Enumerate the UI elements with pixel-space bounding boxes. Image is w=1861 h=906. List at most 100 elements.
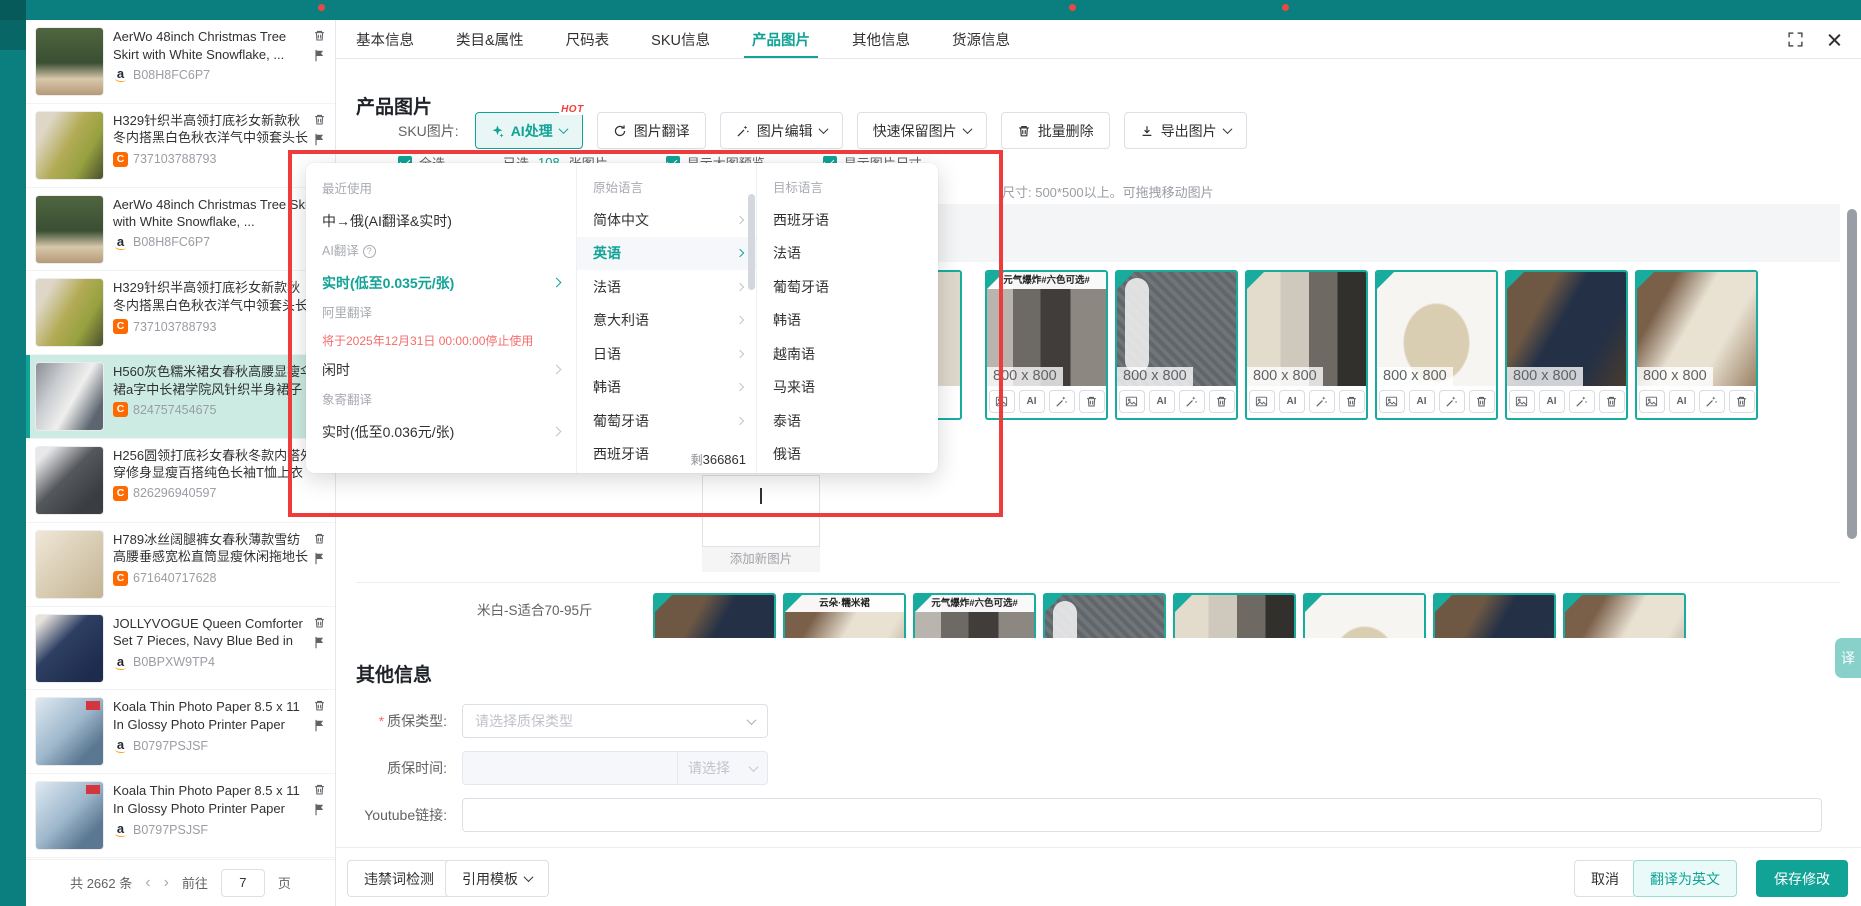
flag-product-icon[interactable] [313, 719, 326, 732]
image-card[interactable]: 800 x 800AI [1303, 593, 1426, 638]
delete-image-button[interactable] [1209, 390, 1235, 413]
image-card[interactable]: 800 x 800AI [1043, 593, 1166, 638]
image-card[interactable]: 800 x 800AI [1563, 593, 1686, 638]
tab-基本信息[interactable]: 基本信息 [356, 20, 414, 58]
use-template-button[interactable]: 引用模板 [445, 860, 549, 897]
tab-尺码表[interactable]: 尺码表 [566, 20, 610, 58]
ai-image-button[interactable]: AI [1279, 390, 1305, 413]
product-list-item[interactable]: H329针织半高领打底衫女新款秋冬内搭黑白色秋衣洋气中领套头长袖C7371037… [26, 104, 335, 188]
image-card[interactable]: 800 x 800AI [1245, 270, 1368, 420]
delete-image-button[interactable] [1469, 390, 1495, 413]
next-page-button[interactable]: › [164, 874, 169, 892]
recent-translate-item[interactable]: 中→俄(AI翻译&实时) [322, 205, 560, 236]
add-image-dropzone[interactable] [702, 475, 820, 547]
source-language-option[interactable]: 简体中文 [577, 203, 756, 237]
target-language-option[interactable]: 泰语 [757, 404, 938, 438]
delete-image-button[interactable] [1599, 390, 1625, 413]
source-language-option[interactable]: 葡萄牙语 [577, 404, 756, 438]
product-list-item[interactable]: AerWo 48inch Christmas Tree Skirt with W… [26, 188, 335, 272]
product-list-item[interactable]: H789冰丝阔腿裤女春秋薄款雪纺高腰垂感宽松直筒显瘦休闲拖地长裤C6716407… [26, 523, 335, 607]
image-card[interactable]: 元气爆炸#六色可选#800 x 800AI [985, 270, 1108, 420]
source-language-option[interactable]: 英语 [577, 237, 756, 271]
translate-fab[interactable]: 译 [1835, 638, 1861, 678]
image-card[interactable]: 800 x 800AI [653, 593, 776, 638]
target-language-option[interactable]: 马来语 [757, 371, 938, 405]
delete-product-icon[interactable] [313, 699, 326, 712]
warranty-time-input[interactable] [463, 752, 678, 784]
source-language-option[interactable]: 法语 [577, 270, 756, 304]
image-edit-button[interactable]: 图片编辑 [720, 112, 843, 149]
replace-image-button[interactable] [1509, 390, 1535, 413]
target-language-option[interactable]: 韩语 [757, 304, 938, 338]
warranty-time-unit-select[interactable]: 请选择 [678, 752, 767, 784]
edit-image-button[interactable] [1569, 390, 1595, 413]
target-language-option[interactable]: 西班牙语 [757, 203, 938, 237]
product-list-item[interactable]: Koala Thin Photo Paper 8.5 x 11 In Gloss… [26, 690, 335, 774]
edit-image-button[interactable] [1179, 390, 1205, 413]
ali-idle-item[interactable]: 闲时 [322, 354, 560, 385]
product-list-item[interactable]: H560灰色糯米裙女春秋高腰显瘦伞裙a字中长裙学院风针织半身裙子C8247574… [26, 355, 335, 439]
image-card[interactable]: 800 x 800AI [1433, 593, 1556, 638]
ai-image-button[interactable]: AI [1149, 390, 1175, 413]
replace-image-button[interactable] [1249, 390, 1275, 413]
translate-to-english-button[interactable]: 翻译为英文 [1633, 860, 1737, 897]
quick-keep-images-button[interactable]: 快速保留图片 [857, 112, 987, 149]
close-icon[interactable] [1826, 31, 1843, 48]
modal-scrollbar[interactable] [1847, 209, 1857, 539]
image-card[interactable]: 800 x 800AI [1173, 593, 1296, 638]
product-list-item[interactable]: Koala Thin Photo Paper 8.5 x 11 In Gloss… [26, 774, 335, 858]
replace-image-button[interactable] [1639, 390, 1665, 413]
ai-realtime-item[interactable]: 实时(低至0.035元/张) [322, 267, 560, 298]
save-changes-button[interactable]: 保存修改 [1756, 860, 1848, 897]
edit-image-button[interactable] [1049, 390, 1075, 413]
export-images-button[interactable]: 导出图片 [1124, 112, 1247, 149]
product-list-item[interactable]: H256圆领打底衫女春秋冬款内搭外穿修身显瘦百搭纯色长袖T恤上衣C8262969… [26, 439, 335, 523]
delete-image-button[interactable] [1339, 390, 1365, 413]
flag-product-icon[interactable] [313, 49, 326, 62]
product-list-item[interactable]: JOLLYVOGUE Queen Comforter Set 7 Pieces,… [26, 607, 335, 691]
target-language-option[interactable]: 葡萄牙语 [757, 270, 938, 304]
image-card[interactable]: 元气爆炸#六色可选#800 x 800AI [913, 593, 1036, 638]
warranty-type-select[interactable]: 请选择质保类型 [462, 704, 768, 738]
page-number-input[interactable] [221, 869, 265, 897]
ai-image-button[interactable]: AI [1019, 390, 1045, 413]
image-card[interactable]: 800 x 800AI [1375, 270, 1498, 420]
delete-product-icon[interactable] [313, 29, 326, 42]
image-translate-button[interactable]: 图片翻译 [597, 112, 706, 149]
target-language-option[interactable]: 法语 [757, 237, 938, 271]
dropdown-scrollbar[interactable] [748, 194, 755, 290]
product-list-item[interactable]: H329针织半高领打底衫女新款秋冬内搭黑白色秋衣洋气中领套头长袖C7371037… [26, 271, 335, 355]
ai-image-button[interactable]: AI [1409, 390, 1435, 413]
image-card[interactable]: 800 x 800AI [1505, 270, 1628, 420]
tab-SKU信息[interactable]: SKU信息 [651, 20, 710, 58]
source-language-option[interactable]: 意大利语 [577, 304, 756, 338]
tab-类目&属性[interactable]: 类目&属性 [456, 20, 524, 58]
add-new-image-button[interactable]: 添加新图片 [702, 547, 820, 572]
image-card[interactable]: 800 x 800AI [1635, 270, 1758, 420]
tab-产品图片[interactable]: 产品图片 [752, 20, 810, 58]
flag-product-icon[interactable] [313, 552, 326, 565]
target-language-option[interactable]: 越南语 [757, 337, 938, 371]
replace-image-button[interactable] [989, 390, 1015, 413]
fullscreen-icon[interactable] [1787, 31, 1804, 48]
delete-product-icon[interactable] [313, 532, 326, 545]
replace-image-button[interactable] [1379, 390, 1405, 413]
delete-image-button[interactable] [1079, 390, 1105, 413]
xiangji-realtime-item[interactable]: 实时(低至0.036元/张) [322, 416, 560, 447]
edit-image-button[interactable] [1699, 390, 1725, 413]
tab-货源信息[interactable]: 货源信息 [952, 20, 1010, 58]
image-card[interactable]: 800 x 800AI [1115, 270, 1238, 420]
youtube-link-input[interactable] [462, 798, 1822, 832]
edit-image-button[interactable] [1439, 390, 1465, 413]
prev-page-button[interactable]: ‹ [145, 874, 150, 892]
source-language-option[interactable]: 日语 [577, 337, 756, 371]
target-language-option[interactable]: 俄语 [757, 438, 938, 472]
source-language-option[interactable]: 韩语 [577, 371, 756, 405]
replace-image-button[interactable] [1119, 390, 1145, 413]
ai-image-button[interactable]: AI [1669, 390, 1695, 413]
tab-其他信息[interactable]: 其他信息 [852, 20, 910, 58]
batch-delete-button[interactable]: 批量删除 [1001, 112, 1110, 149]
forbidden-words-check-button[interactable]: 违禁词检测 [347, 860, 451, 897]
delete-product-icon[interactable] [313, 113, 326, 126]
flag-product-icon[interactable] [313, 803, 326, 816]
